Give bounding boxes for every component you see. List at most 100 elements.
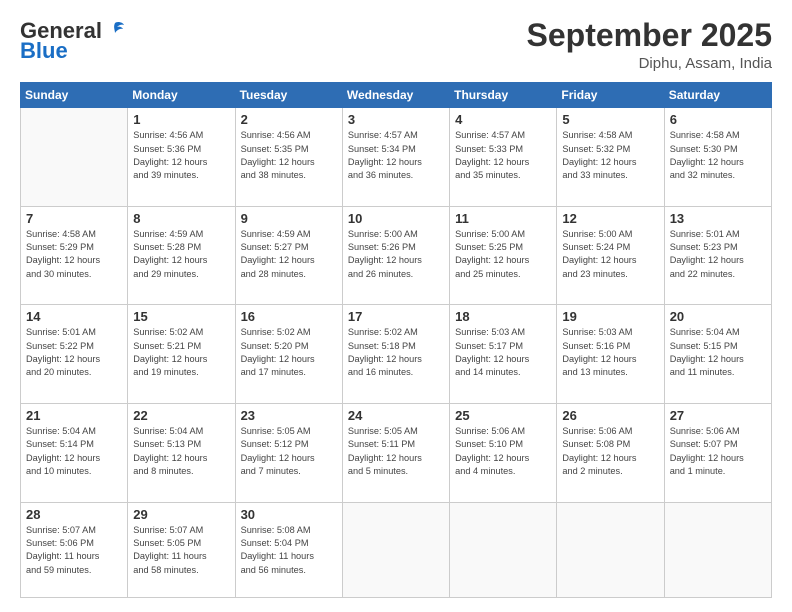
calendar-day-header: Monday bbox=[128, 83, 235, 108]
day-info: Sunrise: 5:05 AM Sunset: 5:12 PM Dayligh… bbox=[241, 425, 337, 478]
month-title: September 2025 bbox=[527, 18, 772, 53]
day-number: 11 bbox=[455, 211, 551, 226]
calendar-cell: 14 Sunrise: 5:01 AM Sunset: 5:22 PM Dayli… bbox=[21, 305, 128, 404]
calendar-cell: 21 Sunrise: 5:04 AM Sunset: 5:14 PM Dayli… bbox=[21, 403, 128, 502]
day-info: Sunrise: 5:04 AM Sunset: 5:13 PM Dayligh… bbox=[133, 425, 229, 478]
calendar-cell: 25 Sunrise: 5:06 AM Sunset: 5:10 PM Dayli… bbox=[450, 403, 557, 502]
day-number: 28 bbox=[26, 507, 122, 522]
day-number: 29 bbox=[133, 507, 229, 522]
day-number: 7 bbox=[26, 211, 122, 226]
day-info: Sunrise: 4:57 AM Sunset: 5:33 PM Dayligh… bbox=[455, 129, 551, 182]
calendar-cell: 4 Sunrise: 4:57 AM Sunset: 5:33 PM Daylig… bbox=[450, 108, 557, 207]
calendar-cell bbox=[557, 502, 664, 598]
calendar-week-row: 1Sunrise: 4:56 AM Sunset: 5:36 PM Daylig… bbox=[21, 108, 772, 207]
calendar-cell: 27 Sunrise: 5:06 AM Sunset: 5:07 PM Dayli… bbox=[664, 403, 771, 502]
calendar-cell: 10Sunrise: 5:00 AM Sunset: 5:26 PM Dayli… bbox=[342, 206, 449, 305]
day-info: Sunrise: 5:00 AM Sunset: 5:25 PM Dayligh… bbox=[455, 228, 551, 281]
day-number: 25 bbox=[455, 408, 551, 423]
calendar-week-row: 7 Sunrise: 4:58 AM Sunset: 5:29 PM Daylig… bbox=[21, 206, 772, 305]
day-number: 9 bbox=[241, 211, 337, 226]
logo-bird-icon bbox=[105, 21, 125, 37]
day-number: 14 bbox=[26, 309, 122, 324]
calendar-cell: 24 Sunrise: 5:05 AM Sunset: 5:11 PM Dayli… bbox=[342, 403, 449, 502]
calendar-cell: 26Sunrise: 5:06 AM Sunset: 5:08 PM Dayli… bbox=[557, 403, 664, 502]
calendar-cell: 28 Sunrise: 5:07 AM Sunset: 5:06 PM Dayli… bbox=[21, 502, 128, 598]
day-info: Sunrise: 5:01 AM Sunset: 5:22 PM Dayligh… bbox=[26, 326, 122, 379]
calendar-week-row: 14 Sunrise: 5:01 AM Sunset: 5:22 PM Dayli… bbox=[21, 305, 772, 404]
day-info: Sunrise: 5:02 AM Sunset: 5:18 PM Dayligh… bbox=[348, 326, 444, 379]
day-info: Sunrise: 4:58 AM Sunset: 5:30 PM Dayligh… bbox=[670, 129, 766, 182]
calendar-cell: 19 Sunrise: 5:03 AM Sunset: 5:16 PM Dayli… bbox=[557, 305, 664, 404]
page: General Blue September 2025 Diphu, Assam… bbox=[0, 0, 792, 612]
day-number: 27 bbox=[670, 408, 766, 423]
calendar-cell bbox=[21, 108, 128, 207]
calendar-cell: 2Sunrise: 4:56 AM Sunset: 5:35 PM Daylig… bbox=[235, 108, 342, 207]
day-number: 24 bbox=[348, 408, 444, 423]
day-info: Sunrise: 5:04 AM Sunset: 5:14 PM Dayligh… bbox=[26, 425, 122, 478]
calendar-cell bbox=[664, 502, 771, 598]
day-number: 12 bbox=[562, 211, 658, 226]
day-info: Sunrise: 4:57 AM Sunset: 5:34 PM Dayligh… bbox=[348, 129, 444, 182]
day-info: Sunrise: 5:07 AM Sunset: 5:06 PM Dayligh… bbox=[26, 524, 122, 577]
day-info: Sunrise: 5:02 AM Sunset: 5:21 PM Dayligh… bbox=[133, 326, 229, 379]
day-number: 13 bbox=[670, 211, 766, 226]
day-info: Sunrise: 5:03 AM Sunset: 5:17 PM Dayligh… bbox=[455, 326, 551, 379]
calendar-cell: 13 Sunrise: 5:01 AM Sunset: 5:23 PM Dayli… bbox=[664, 206, 771, 305]
calendar-cell: 3 Sunrise: 4:57 AM Sunset: 5:34 PM Daylig… bbox=[342, 108, 449, 207]
day-number: 21 bbox=[26, 408, 122, 423]
calendar-cell: 6 Sunrise: 4:58 AM Sunset: 5:30 PM Daylig… bbox=[664, 108, 771, 207]
calendar-cell: 1Sunrise: 4:56 AM Sunset: 5:36 PM Daylig… bbox=[128, 108, 235, 207]
calendar-cell bbox=[450, 502, 557, 598]
calendar-table: SundayMondayTuesdayWednesdayThursdayFrid… bbox=[20, 82, 772, 598]
day-info: Sunrise: 4:58 AM Sunset: 5:32 PM Dayligh… bbox=[562, 129, 658, 182]
calendar-day-header: Tuesday bbox=[235, 83, 342, 108]
day-number: 8 bbox=[133, 211, 229, 226]
day-info: Sunrise: 5:06 AM Sunset: 5:10 PM Dayligh… bbox=[455, 425, 551, 478]
day-number: 1 bbox=[133, 112, 229, 127]
calendar-cell bbox=[342, 502, 449, 598]
day-number: 3 bbox=[348, 112, 444, 127]
calendar-cell: 29Sunrise: 5:07 AM Sunset: 5:05 PM Dayli… bbox=[128, 502, 235, 598]
calendar-day-header: Wednesday bbox=[342, 83, 449, 108]
calendar-cell: 17 Sunrise: 5:02 AM Sunset: 5:18 PM Dayli… bbox=[342, 305, 449, 404]
calendar-day-header: Sunday bbox=[21, 83, 128, 108]
day-number: 5 bbox=[562, 112, 658, 127]
calendar-week-row: 21 Sunrise: 5:04 AM Sunset: 5:14 PM Dayli… bbox=[21, 403, 772, 502]
day-info: Sunrise: 4:59 AM Sunset: 5:27 PM Dayligh… bbox=[241, 228, 337, 281]
calendar-week-row: 28 Sunrise: 5:07 AM Sunset: 5:06 PM Dayli… bbox=[21, 502, 772, 598]
day-info: Sunrise: 5:01 AM Sunset: 5:23 PM Dayligh… bbox=[670, 228, 766, 281]
day-number: 26 bbox=[562, 408, 658, 423]
calendar-cell: 30Sunrise: 5:08 AM Sunset: 5:04 PM Dayli… bbox=[235, 502, 342, 598]
day-number: 17 bbox=[348, 309, 444, 324]
calendar-cell: 16Sunrise: 5:02 AM Sunset: 5:20 PM Dayli… bbox=[235, 305, 342, 404]
day-info: Sunrise: 4:58 AM Sunset: 5:29 PM Dayligh… bbox=[26, 228, 122, 281]
logo-blue: Blue bbox=[20, 38, 68, 64]
calendar-cell: 18Sunrise: 5:03 AM Sunset: 5:17 PM Dayli… bbox=[450, 305, 557, 404]
calendar-day-header: Saturday bbox=[664, 83, 771, 108]
header-right: September 2025 Diphu, Assam, India bbox=[527, 18, 772, 72]
day-number: 2 bbox=[241, 112, 337, 127]
day-number: 15 bbox=[133, 309, 229, 324]
day-info: Sunrise: 5:02 AM Sunset: 5:20 PM Dayligh… bbox=[241, 326, 337, 379]
header: General Blue September 2025 Diphu, Assam… bbox=[20, 18, 772, 72]
calendar-cell: 8Sunrise: 4:59 AM Sunset: 5:28 PM Daylig… bbox=[128, 206, 235, 305]
logo: General Blue bbox=[20, 18, 125, 64]
day-info: Sunrise: 5:03 AM Sunset: 5:16 PM Dayligh… bbox=[562, 326, 658, 379]
day-number: 23 bbox=[241, 408, 337, 423]
calendar-cell: 23 Sunrise: 5:05 AM Sunset: 5:12 PM Dayli… bbox=[235, 403, 342, 502]
day-number: 20 bbox=[670, 309, 766, 324]
day-number: 19 bbox=[562, 309, 658, 324]
calendar-day-header: Thursday bbox=[450, 83, 557, 108]
day-info: Sunrise: 5:08 AM Sunset: 5:04 PM Dayligh… bbox=[241, 524, 337, 577]
calendar-cell: 11 Sunrise: 5:00 AM Sunset: 5:25 PM Dayli… bbox=[450, 206, 557, 305]
day-info: Sunrise: 5:06 AM Sunset: 5:07 PM Dayligh… bbox=[670, 425, 766, 478]
calendar-header-row: SundayMondayTuesdayWednesdayThursdayFrid… bbox=[21, 83, 772, 108]
day-number: 4 bbox=[455, 112, 551, 127]
day-info: Sunrise: 5:00 AM Sunset: 5:26 PM Dayligh… bbox=[348, 228, 444, 281]
calendar-day-header: Friday bbox=[557, 83, 664, 108]
calendar-cell: 12Sunrise: 5:00 AM Sunset: 5:24 PM Dayli… bbox=[557, 206, 664, 305]
day-info: Sunrise: 5:05 AM Sunset: 5:11 PM Dayligh… bbox=[348, 425, 444, 478]
location: Diphu, Assam, India bbox=[527, 55, 772, 72]
calendar-cell: 15 Sunrise: 5:02 AM Sunset: 5:21 PM Dayli… bbox=[128, 305, 235, 404]
day-number: 6 bbox=[670, 112, 766, 127]
